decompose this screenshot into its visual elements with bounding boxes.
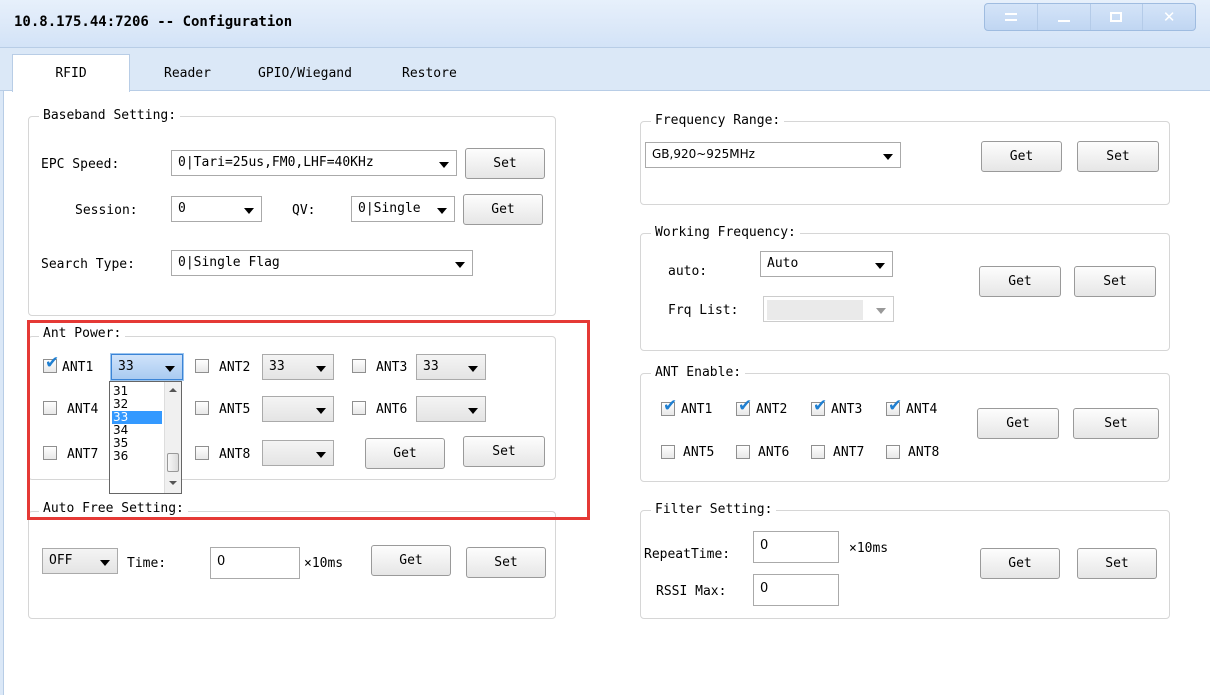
minimize-button[interactable] [1038, 4, 1091, 30]
chevron-down-icon [439, 162, 449, 168]
chevron-down-icon [876, 308, 886, 314]
dropdown-scrollbar[interactable] [164, 382, 181, 493]
baseband-get-button[interactable]: Get [463, 194, 543, 225]
frequency-range-get-button[interactable]: Get [981, 141, 1062, 172]
maximize-button[interactable] [1091, 4, 1144, 30]
search-type-value: 0|Single Flag [178, 255, 280, 270]
ant-enable-7-checkbox[interactable] [811, 445, 825, 459]
tab-bar: RFID Reader GPIO/Wiegand Restore [0, 48, 1210, 92]
epc-speed-select[interactable]: 0|Tari=25us,FM0,LHF=40KHz [171, 150, 457, 176]
ant-enable-4-checkbox[interactable]: ✔ [886, 398, 902, 416]
auto-label: auto: [668, 264, 708, 279]
filter-set-button[interactable]: Set [1077, 548, 1157, 579]
filter-legend: Filter Setting: [651, 502, 777, 517]
ant-enable-2-checkbox[interactable]: ✔ [736, 398, 752, 416]
chevron-down-icon [437, 208, 447, 214]
window-title: 10.8.175.44:7206 -- Configuration [14, 14, 293, 30]
session-label: Session: [75, 203, 138, 218]
auto-free-mode-value: OFF [49, 553, 73, 568]
ant-enable-get-button[interactable]: Get [977, 408, 1059, 439]
baseband-legend: Baseband Setting: [39, 108, 181, 123]
frequency-range-legend: Frequency Range: [651, 113, 785, 128]
baseband-set-button[interactable]: Set [465, 148, 545, 179]
search-type-select[interactable]: 0|Single Flag [171, 250, 473, 276]
ant-enable-5-label: ANT5 [683, 445, 715, 460]
search-type-label: Search Type: [41, 257, 135, 272]
ant-enable-8-label: ANT8 [908, 445, 940, 460]
working-frequency-set-button[interactable]: Set [1074, 266, 1156, 297]
repeat-time-unit-label: ×10ms [849, 541, 889, 556]
scroll-down-icon[interactable] [169, 481, 177, 485]
checkmark-icon: ✔ [738, 396, 753, 416]
session-select[interactable]: 0 [171, 196, 262, 222]
chevron-down-icon [100, 560, 110, 566]
ant-enable-set-button[interactable]: Set [1073, 408, 1159, 439]
qv-label: QV: [292, 203, 316, 218]
frequency-range-select[interactable]: GB,920~925MHz [645, 142, 901, 168]
checkmark-icon: ✔ [888, 396, 903, 416]
window-menu-button[interactable] [985, 4, 1038, 30]
chevron-down-icon [455, 262, 465, 268]
rssi-max-input[interactable]: 0 [753, 574, 839, 606]
ant-enable-1-label: ANT1 [681, 402, 713, 417]
close-button[interactable]: ✕ [1143, 4, 1195, 30]
chevron-down-icon [244, 208, 254, 214]
frequency-range-value: GB,920~925MHz [652, 147, 755, 161]
ant-enable-1-checkbox[interactable]: ✔ [661, 398, 677, 416]
ant-enable-3-label: ANT3 [831, 402, 863, 417]
ant1-power-dropdown-list[interactable]: 31 32 33 34 35 36 [109, 381, 182, 494]
qv-value: 0|Single [358, 201, 421, 216]
tab-gpio-wiegand[interactable]: GPIO/Wiegand [258, 66, 352, 81]
tab-rfid[interactable]: RFID [12, 54, 130, 92]
ant-enable-6-label: ANT6 [758, 445, 790, 460]
scroll-thumb[interactable] [167, 453, 179, 472]
auto-free-get-button[interactable]: Get [371, 545, 451, 576]
tab-reader[interactable]: Reader [164, 66, 211, 81]
ant-enable-4-label: ANT4 [906, 402, 938, 417]
auto-free-mode-select[interactable]: OFF [42, 548, 118, 574]
title-bar: 10.8.175.44:7206 -- Configuration ✕ [0, 0, 1210, 48]
ant-enable-5-checkbox[interactable] [661, 445, 675, 459]
qv-select[interactable]: 0|Single [351, 196, 455, 222]
tab-restore[interactable]: Restore [402, 66, 457, 81]
window-controls: ✕ [984, 3, 1196, 31]
chevron-down-icon [875, 263, 885, 269]
close-icon: ✕ [1162, 8, 1176, 26]
left-border [0, 91, 4, 695]
auto-value: Auto [767, 256, 799, 271]
auto-free-set-button[interactable]: Set [466, 547, 546, 578]
working-frequency-legend: Working Frequency: [651, 225, 800, 240]
frq-list-label: Frq List: [668, 303, 739, 318]
ant-enable-2-label: ANT2 [756, 402, 788, 417]
checkmark-icon: ✔ [813, 396, 828, 416]
checkmark-icon: ✔ [663, 396, 678, 416]
maximize-icon [1110, 12, 1123, 22]
chevron-down-icon [883, 154, 893, 160]
frq-list-select[interactable] [763, 296, 894, 322]
epc-speed-label: EPC Speed: [41, 157, 120, 172]
rssi-max-label: RSSI Max: [656, 584, 727, 599]
session-value: 0 [178, 201, 186, 216]
frequency-range-set-button[interactable]: Set [1077, 141, 1159, 172]
ant-enable-legend: ANT Enable: [651, 365, 746, 380]
ant-enable-7-label: ANT7 [833, 445, 865, 460]
repeat-time-label: RepeatTime: [644, 547, 731, 562]
time-unit-label: ×10ms [304, 556, 344, 571]
dropdown-option[interactable]: 36 [112, 450, 162, 463]
ant-enable-6-checkbox[interactable] [736, 445, 750, 459]
frq-list-field [767, 300, 863, 320]
time-input[interactable]: 0 [210, 547, 300, 579]
repeat-time-input[interactable]: 0 [753, 531, 839, 563]
auto-select[interactable]: Auto [760, 251, 893, 277]
working-frequency-get-button[interactable]: Get [979, 266, 1061, 297]
ant-enable-8-checkbox[interactable] [886, 445, 900, 459]
epc-speed-value: 0|Tari=25us,FM0,LHF=40KHz [178, 155, 374, 170]
ant-enable-3-checkbox[interactable]: ✔ [811, 398, 827, 416]
time-label: Time: [127, 556, 167, 571]
filter-get-button[interactable]: Get [980, 548, 1060, 579]
menu-icon [1004, 13, 1017, 21]
scroll-up-icon[interactable] [169, 388, 177, 392]
minimize-icon [1057, 20, 1070, 22]
